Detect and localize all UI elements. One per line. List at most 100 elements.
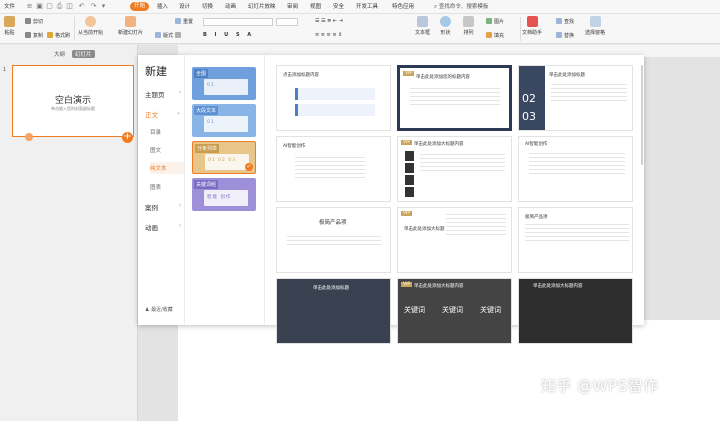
divider [74, 17, 75, 41]
category-body[interactable]: 正文 ⌄ [145, 109, 181, 119]
arrange-button[interactable]: 排列 [463, 16, 474, 36]
search-input[interactable]: 查找命令、搜索模板 [439, 4, 489, 10]
assistant-icon [526, 16, 538, 27]
template-card[interactable]: AI智能创作 [276, 136, 391, 202]
tab-slides[interactable]: 幻灯片 [72, 50, 95, 58]
font-format-row[interactable]: B I U S A [203, 32, 254, 38]
print-icon[interactable]: ⎙ [56, 3, 63, 10]
slide-thumbnail[interactable]: 空白演示 单击输入您的封面副标题 [12, 65, 134, 141]
cut-button[interactable]: 剪切 [25, 18, 43, 25]
template-card[interactable]: 单击此处添加大标题内容 [518, 278, 633, 344]
menu-icon[interactable]: ≡ [26, 3, 33, 10]
style-itemized-list[interactable]: 分条列举 01 02 03 ✓ [192, 141, 256, 174]
tab-view[interactable]: 视图 [310, 2, 321, 10]
text-assist-button[interactable]: 文档助手 [522, 16, 542, 36]
fill-button[interactable]: 填充 [486, 32, 504, 39]
search-icon: ⌕ [434, 4, 438, 10]
tab-transition[interactable]: 切换 [202, 2, 213, 10]
font-name-select[interactable] [203, 18, 273, 26]
panel-title: 新建 [145, 65, 167, 78]
template-card[interactable]: VIP 单击此处添加大标题 [397, 207, 512, 273]
paste-button[interactable]: 粘贴 [4, 16, 15, 36]
play-icon [85, 16, 96, 27]
list-format-row[interactable]: ☰ ☰ ≣ ⇤ ⇥ [315, 18, 343, 24]
divider [520, 17, 521, 41]
tab-animation[interactable]: 动画 [225, 2, 236, 10]
section-icon-button[interactable] [175, 32, 183, 39]
tab-start[interactable]: 开始 [130, 2, 150, 11]
dropdown-icon[interactable]: ▾ [100, 3, 107, 10]
textbox-button[interactable]: 文本框 [415, 16, 430, 36]
tab-review[interactable]: 审阅 [287, 2, 298, 10]
recent-favorites[interactable]: ♟ 最近/收藏 [145, 306, 173, 313]
sub-chart[interactable]: 图表 [150, 181, 184, 193]
scrollbar[interactable] [641, 65, 643, 165]
command-search[interactable]: ⌕ 查找命令、搜索模板 [434, 2, 494, 12]
layout-icon [155, 32, 161, 38]
tab-design[interactable]: 设计 [179, 2, 190, 10]
template-card[interactable]: VIP 单击此处添加大标题内容 关键词 关键词 关键词 [397, 278, 512, 344]
chevron-right-icon: › [178, 222, 181, 229]
save-icon[interactable]: ▣ [36, 3, 43, 10]
template-card[interactable]: VIP 单击此处添加您的标题内容 [397, 65, 512, 131]
replace-icon [556, 32, 562, 38]
style-large-text[interactable]: 大段文本 01 [192, 104, 256, 137]
chevron-down-icon: ⌄ [175, 109, 181, 116]
new-slide-button[interactable]: 新建幻灯片 [118, 16, 143, 36]
align-format-row[interactable]: ≡ ≡ ≡ ≡ ⇕ [315, 32, 342, 38]
redo-icon[interactable]: ↷ [90, 3, 97, 10]
style-keyword-group[interactable]: 关键词组 智能 创作 [192, 178, 256, 211]
sub-toc[interactable]: 目录 [150, 126, 184, 138]
style-full-image[interactable]: 全图 01 [192, 67, 256, 100]
format-painter-button[interactable]: 格式刷 [47, 32, 70, 39]
layout-button[interactable]: 版式 [155, 32, 173, 39]
open-icon[interactable]: ▢ [46, 3, 53, 10]
template-card[interactable]: 单击此处添加标题 [276, 278, 391, 344]
sub-image-text[interactable]: 图文 [150, 144, 184, 156]
template-card[interactable]: 02 03 单击此处添加标题 [518, 65, 633, 131]
tab-outline[interactable]: 大纲 [54, 50, 65, 58]
tab-slideshow[interactable]: 幻灯片放映 [248, 2, 276, 10]
font-size-select[interactable] [276, 18, 298, 26]
slide-subtitle: 单击输入您的封面副标题 [51, 106, 95, 111]
category-animation[interactable]: 动画 › [145, 222, 181, 232]
tab-special[interactable]: 特色应用 [392, 2, 414, 10]
fill-icon [486, 32, 492, 38]
category-case[interactable]: 案例 › [145, 202, 181, 212]
copy-button[interactable]: 复制 [25, 32, 43, 39]
undo-icon[interactable]: ↶ [78, 3, 85, 10]
shape-icon [440, 16, 451, 27]
tab-security[interactable]: 安全 [333, 2, 344, 10]
play-icon[interactable] [25, 133, 33, 141]
from-current-button[interactable]: 从当前开始 [78, 16, 103, 36]
slide-number: 1 [3, 67, 7, 73]
ribbon: 粘贴 剪切 复制 格式刷 从当前开始 新建幻灯片 版式 重置 B I U S A… [0, 14, 720, 44]
tab-insert[interactable]: 插入 [157, 2, 168, 10]
template-card[interactable]: 点击添加标题内容 [276, 65, 391, 131]
arrange-icon [463, 16, 474, 27]
shape-button[interactable]: 形状 [440, 16, 451, 36]
slide-title: 空白演示 [54, 96, 91, 106]
file-menu[interactable]: 文件 [4, 2, 15, 10]
category-theme-page[interactable]: 主题页 › [145, 89, 181, 99]
template-card[interactable]: 极简产品项 [518, 207, 633, 273]
replace-button[interactable]: 替换 [556, 32, 574, 39]
template-card[interactable]: 极简产品项 [276, 207, 391, 273]
find-icon [556, 18, 562, 24]
find-button[interactable]: 查找 [556, 18, 574, 25]
picture-button[interactable]: 图片 [486, 18, 504, 25]
select-pane-button[interactable]: 选择窗格 [585, 16, 605, 36]
template-card[interactable]: VIP 单击此处添加大标题内容 [397, 136, 512, 202]
preview-icon[interactable]: ◫ [66, 3, 73, 10]
template-card[interactable]: AI智能创作 [518, 136, 633, 202]
sub-plain-text[interactable]: 纯文本 [150, 162, 184, 174]
textbox-icon [417, 16, 428, 27]
section-icon [175, 32, 181, 38]
copy-icon [25, 32, 31, 38]
paste-icon [4, 16, 15, 27]
add-slide-button[interactable]: + [122, 132, 133, 143]
reset-button[interactable]: 重置 [175, 18, 193, 25]
tab-devtools[interactable]: 开发工具 [356, 2, 378, 10]
new-slide-panel: 新建 主题页 › 正文 ⌄ 目录 图文 纯文本 图表 案例 › 动画 › ♟ 最近/收藏… [138, 55, 644, 344]
brush-icon [47, 32, 53, 38]
